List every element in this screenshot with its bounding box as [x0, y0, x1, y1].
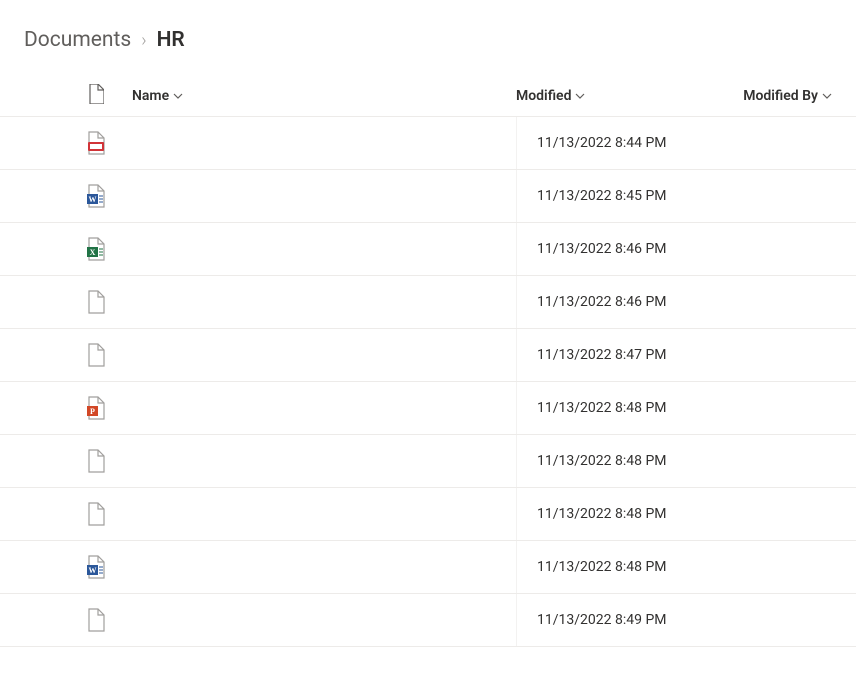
table-row[interactable]: 11/13/2022 8:45 PM: [0, 170, 856, 223]
table-header-row: Name Modified Modified By: [0, 76, 856, 117]
table-row[interactable]: 11/13/2022 8:46 PM: [0, 223, 856, 276]
modified-header-label: Modified: [516, 88, 571, 104]
pdf-file-icon: [86, 131, 106, 155]
file-icon: [88, 84, 104, 104]
modified-cell: 11/13/2022 8:49 PM: [516, 594, 716, 646]
modified-column-header[interactable]: Modified: [516, 85, 716, 104]
generic-file-icon: [86, 502, 106, 526]
modified-cell: 11/13/2022 8:46 PM: [516, 276, 716, 328]
table-row[interactable]: 11/13/2022 8:48 PM: [0, 488, 856, 541]
table-row[interactable]: 11/13/2022 8:48 PM: [0, 541, 856, 594]
file-type-column-header[interactable]: [72, 84, 120, 104]
modified-cell: 11/13/2022 8:44 PM: [516, 117, 716, 169]
powerpoint-file-icon: [86, 396, 106, 420]
chevron-down-icon: [822, 93, 832, 99]
modified-label: 11/13/2022 8:48 PM: [537, 559, 667, 575]
chevron-right-icon: ›: [141, 30, 146, 51]
modified-cell: 11/13/2022 8:46 PM: [516, 223, 716, 275]
modifiedby-header-label: Modified By: [743, 88, 818, 104]
generic-file-icon: [86, 343, 106, 367]
generic-file-icon: [86, 608, 106, 632]
table-body: 11/13/2022 8:44 PM 11/13/2022 8:45 PM 11…: [0, 117, 856, 647]
file-type-cell: [72, 449, 120, 473]
file-type-cell: [72, 131, 120, 155]
breadcrumb-parent[interactable]: Documents: [24, 28, 131, 52]
chevron-down-icon: [575, 93, 585, 99]
file-type-cell: [72, 555, 120, 579]
table-row[interactable]: 11/13/2022 8:47 PM: [0, 329, 856, 382]
chevron-down-icon: [173, 93, 183, 99]
breadcrumb-current[interactable]: HR: [157, 28, 185, 52]
table-row[interactable]: 11/13/2022 8:49 PM: [0, 594, 856, 647]
file-table: Name Modified Modified By: [0, 76, 856, 647]
modified-label: 11/13/2022 8:47 PM: [537, 347, 667, 363]
file-type-cell: [72, 608, 120, 632]
modifiedby-column-header[interactable]: Modified By: [716, 85, 856, 104]
excel-file-icon: [86, 237, 106, 261]
table-row[interactable]: 11/13/2022 8:48 PM: [0, 382, 856, 435]
file-type-cell: [72, 184, 120, 208]
modified-label: 11/13/2022 8:48 PM: [537, 453, 667, 469]
table-row[interactable]: 11/13/2022 8:44 PM: [0, 117, 856, 170]
file-type-cell: [72, 290, 120, 314]
file-type-cell: [72, 343, 120, 367]
main-container: Documents › HR Name Modified: [0, 0, 856, 647]
table-row[interactable]: 11/13/2022 8:48 PM: [0, 435, 856, 488]
modified-label: 11/13/2022 8:49 PM: [537, 612, 667, 628]
generic-file-icon: [86, 290, 106, 314]
modified-cell: 11/13/2022 8:48 PM: [516, 382, 716, 434]
file-type-cell: [72, 396, 120, 420]
modified-cell: 11/13/2022 8:48 PM: [516, 541, 716, 593]
file-type-cell: [72, 502, 120, 526]
word-file-icon: [86, 184, 106, 208]
modified-label: 11/13/2022 8:46 PM: [537, 294, 667, 310]
modified-label: 11/13/2022 8:48 PM: [537, 506, 667, 522]
modified-cell: 11/13/2022 8:48 PM: [516, 488, 716, 540]
modified-label: 11/13/2022 8:46 PM: [537, 241, 667, 257]
generic-file-icon: [86, 449, 106, 473]
modified-cell: 11/13/2022 8:47 PM: [516, 329, 716, 381]
modified-label: 11/13/2022 8:44 PM: [537, 135, 667, 151]
name-header-label: Name: [132, 88, 169, 104]
modified-label: 11/13/2022 8:48 PM: [537, 400, 667, 416]
modified-label: 11/13/2022 8:45 PM: [537, 188, 667, 204]
table-row[interactable]: 11/13/2022 8:46 PM: [0, 276, 856, 329]
name-column-header[interactable]: Name: [120, 85, 516, 104]
breadcrumb: Documents › HR: [0, 0, 856, 76]
modified-cell: 11/13/2022 8:45 PM: [516, 170, 716, 222]
word-file-icon: [86, 555, 106, 579]
file-type-cell: [72, 237, 120, 261]
modified-cell: 11/13/2022 8:48 PM: [516, 435, 716, 487]
